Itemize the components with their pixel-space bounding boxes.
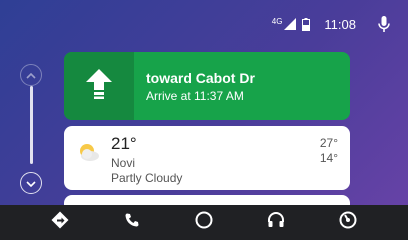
partly-cloudy-icon [78, 142, 100, 167]
arrival-time: Arrive at 11:37 AM [146, 89, 244, 103]
low-temperature: 14° [319, 151, 338, 165]
route-road: toward Cabot Dr [146, 70, 255, 86]
next-card-peek[interactable] [64, 195, 350, 205]
car-menu-icon [339, 211, 357, 234]
scroll-rail [20, 64, 44, 194]
weather-condition: Partly Cloudy [111, 171, 183, 185]
weather-city: Novi [111, 156, 136, 170]
status-bar: 4G 11:08 [272, 14, 390, 34]
scroll-up-icon [26, 66, 36, 84]
bottom-nav-bar [0, 205, 408, 240]
scroll-down-button[interactable] [20, 172, 42, 194]
network-type: 4G [271, 16, 283, 26]
battery-icon [302, 17, 311, 31]
straight-arrow-icon [86, 68, 112, 104]
audio-button[interactable] [261, 208, 291, 238]
scroll-up-button[interactable] [20, 64, 42, 86]
current-temperature: 21° [111, 134, 137, 153]
high-temperature: 27° [319, 136, 338, 150]
home-icon [195, 211, 213, 234]
navigation-card[interactable]: toward Cabot Dr Arrive at 11:37 AM [64, 52, 350, 120]
signal-icon [284, 18, 297, 30]
scroll-thumb[interactable] [30, 86, 33, 164]
audio-icon [267, 211, 285, 234]
weather-card[interactable]: 21° Novi Partly Cloudy 27° 14° [64, 126, 350, 190]
navigation-button[interactable] [45, 208, 75, 238]
phone-button[interactable] [117, 208, 147, 238]
scroll-down-icon [26, 174, 36, 192]
phone-icon [124, 212, 140, 233]
clock: 11:08 [324, 16, 356, 32]
car-menu-button[interactable] [333, 208, 363, 238]
home-button[interactable] [189, 208, 219, 238]
microphone-icon[interactable] [378, 16, 390, 32]
turn-indicator [64, 52, 134, 120]
navigation-icon [51, 211, 69, 234]
